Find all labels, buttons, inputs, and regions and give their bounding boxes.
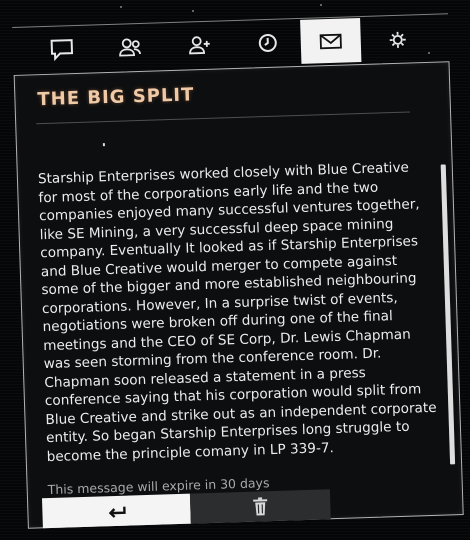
tab-inbox[interactable]	[300, 18, 362, 64]
tab-add-friend[interactable]	[170, 22, 229, 68]
tab-history[interactable]	[238, 20, 297, 66]
users-icon	[119, 38, 141, 57]
scrollbar[interactable]	[440, 164, 456, 465]
scrollbar-thumb[interactable]	[440, 164, 456, 465]
cursor-mark	[102, 143, 105, 147]
message-title: THE BIG SPLIT	[37, 84, 195, 111]
tab-friends[interactable]	[100, 24, 159, 70]
message-body: Starship Enterprises worked closely with…	[37, 159, 437, 465]
envelope-icon	[319, 33, 342, 50]
trash-icon	[253, 497, 268, 516]
settings-cog-icon	[389, 31, 406, 48]
add-user-icon	[189, 36, 210, 55]
chat-bubble-icon	[50, 39, 74, 62]
tab-chat[interactable]	[32, 27, 91, 73]
back-button[interactable]	[41, 493, 191, 529]
title-divider	[36, 111, 411, 125]
message-panel: THE BIG SPLIT Starship Enterprises worke…	[13, 61, 464, 529]
clock-icon	[258, 33, 277, 52]
tab-settings[interactable]	[368, 16, 427, 62]
delete-button[interactable]	[189, 489, 331, 524]
message-window: THE BIG SPLIT Starship Enterprises worke…	[6, 13, 470, 533]
back-arrow-icon	[108, 506, 126, 518]
